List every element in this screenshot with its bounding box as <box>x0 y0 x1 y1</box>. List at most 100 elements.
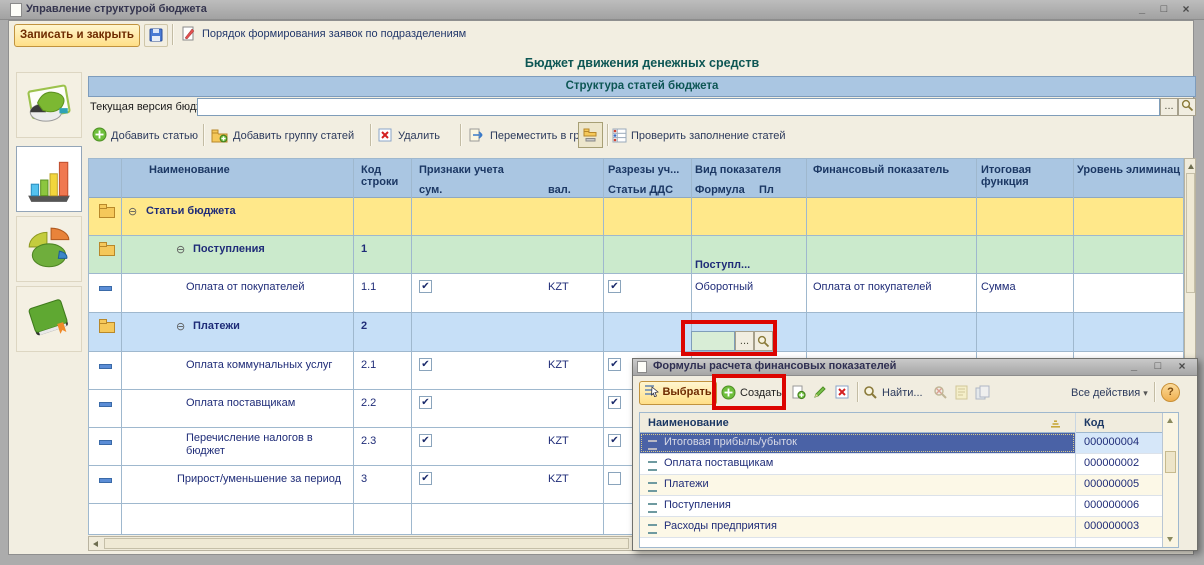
item-marker-icon <box>99 402 112 407</box>
row-code: 2.3 <box>361 435 376 447</box>
select-button[interactable]: Выбрать <box>639 381 717 405</box>
table-row-group[interactable]: ⊖ Статьи бюджета <box>89 198 1183 236</box>
book-icon <box>24 294 74 344</box>
delete-icon[interactable] <box>835 385 849 402</box>
collapse-icon[interactable]: ⊖ <box>176 320 185 333</box>
scrollbar-thumb[interactable] <box>1186 173 1195 293</box>
popup-list-row-selected[interactable]: Итоговая прибыль/убыток 000000004 <box>640 433 1162 454</box>
scroll-up-icon <box>1188 164 1194 169</box>
col-header-financial[interactable]: Финансовый показатель <box>813 164 949 176</box>
popup-close-button[interactable]: × <box>1175 360 1189 373</box>
row-code: 000000005 <box>1084 478 1139 490</box>
row-name: Статьи бюджета <box>146 205 236 217</box>
popup-list-row[interactable]: Оплата поставщикам 000000002 <box>640 454 1162 475</box>
note-icon[interactable] <box>955 385 968 403</box>
sum-checkbox[interactable]: ✔ <box>419 358 432 371</box>
table-row-item[interactable]: Оплата от покупателей 1.1 ✔ KZT ✔ Оборот… <box>89 274 1183 313</box>
col-header-level[interactable]: Уровень элиминац <box>1077 164 1180 176</box>
popup-maximize-button[interactable]: □ <box>1151 360 1165 373</box>
move-to-group-icon <box>468 127 485 146</box>
col-header-name[interactable]: Наименование <box>149 164 230 176</box>
popup-col-code[interactable]: Код <box>1084 417 1104 429</box>
hierarchy-view-toggle[interactable] <box>578 122 603 148</box>
item-marker-icon <box>99 286 112 291</box>
version-search-button[interactable] <box>1178 98 1196 116</box>
row-name: Оплата от покупателей <box>186 281 305 293</box>
col-header-total[interactable]: Итоговая <box>981 164 1031 176</box>
table-header: Наименование Код строки Признаки учета с… <box>89 159 1183 198</box>
item-marker-icon <box>99 478 112 483</box>
sum-checkbox[interactable]: ✔ <box>419 280 432 293</box>
check-fill-button[interactable]: Проверить заполнение статей <box>631 130 786 142</box>
delete-button[interactable]: Удалить <box>398 130 440 142</box>
table-row-group-selected[interactable]: ⊖ Платежи 2 ... <box>89 313 1183 352</box>
order-formation-link[interactable]: Порядок формирования заявок по подраздел… <box>202 28 466 40</box>
collapse-icon[interactable]: ⊖ <box>176 243 185 256</box>
row-code: 000000003 <box>1084 520 1139 532</box>
toolbar-separator <box>607 124 609 146</box>
collapse-icon[interactable]: ⊖ <box>128 205 137 218</box>
add-item-button[interactable]: Добавить статью <box>111 130 198 142</box>
edit-icon[interactable] <box>813 385 827 402</box>
sum-checkbox[interactable]: ✔ <box>419 396 432 409</box>
version-input[interactable] <box>197 98 1160 116</box>
col-header-currency[interactable]: вал. <box>548 184 571 196</box>
col-header-plan[interactable]: Пл <box>759 184 774 196</box>
scroll-down-icon <box>1167 537 1173 542</box>
col-header-dds[interactable]: Статьи ДДС <box>608 184 673 196</box>
row-code: 2.1 <box>361 359 376 371</box>
sidebar-tab-book[interactable] <box>16 286 82 352</box>
toolbar-separator <box>203 124 205 146</box>
scroll-up-icon <box>1167 418 1173 423</box>
popup-list-row[interactable]: Расходы предприятия 000000003 <box>640 517 1162 538</box>
close-button[interactable]: × <box>1178 3 1194 16</box>
folder-icon <box>99 207 115 218</box>
row-name: Платежи <box>664 478 709 490</box>
save-button[interactable] <box>144 24 168 47</box>
col-header-sum[interactable]: сум. <box>419 184 442 196</box>
popup-list-row[interactable]: Поступления 000000006 <box>640 496 1162 517</box>
popup-scrollbar[interactable] <box>1162 413 1178 547</box>
all-actions-button[interactable]: Все действия ▾ <box>1071 387 1148 399</box>
grid-line <box>121 159 122 534</box>
find-button[interactable]: Найти... <box>882 387 923 399</box>
add-group-button[interactable]: Добавить группу статей <box>233 130 354 142</box>
sidebar-tab-pie-chart[interactable] <box>16 216 82 282</box>
bar-chart-icon <box>24 154 74 204</box>
dds-checkbox[interactable]: ✔ <box>608 280 621 293</box>
sum-checkbox[interactable]: ✔ <box>419 472 432 485</box>
col-header-signs[interactable]: Признаки учета <box>419 164 504 176</box>
popup-minimize-button[interactable]: _ <box>1127 360 1141 373</box>
col-header-indicator[interactable]: Вид показателя <box>695 164 781 176</box>
dds-checkbox[interactable]: ✔ <box>608 434 621 447</box>
minimize-button[interactable]: _ <box>1134 3 1150 16</box>
sidebar-tab-bar-chart[interactable] <box>16 146 82 212</box>
sum-checkbox[interactable]: ✔ <box>419 434 432 447</box>
window-document-icon <box>10 3 22 17</box>
cancel-search-icon[interactable] <box>933 385 948 403</box>
maximize-button[interactable]: □ <box>1156 3 1172 16</box>
dds-checkbox[interactable]: ✔ <box>608 396 621 409</box>
delete-icon <box>378 128 392 145</box>
sidebar-tab-pie-report[interactable] <box>16 72 82 138</box>
dds-checkbox[interactable] <box>608 472 621 485</box>
copy-icon[interactable] <box>975 385 990 403</box>
table-row-group[interactable]: ⊖ Поступления 1 Поступл... <box>89 236 1183 274</box>
col-header-code[interactable]: Код <box>361 164 381 176</box>
popup-list-header: Наименование Код <box>640 413 1178 433</box>
popup-col-name[interactable]: Наименование <box>648 417 729 429</box>
page-title: Бюджет движения денежных средств <box>88 56 1196 70</box>
popup-list-row[interactable]: Платежи 000000005 <box>640 475 1162 496</box>
version-lookup-button[interactable]: ... <box>1160 98 1178 116</box>
help-button[interactable]: ? <box>1161 383 1180 402</box>
grid-line <box>353 159 354 534</box>
scrollbar-thumb[interactable] <box>1165 451 1176 473</box>
item-marker-icon <box>99 440 112 445</box>
scrollbar-thumb[interactable] <box>104 538 629 549</box>
col-header-sections[interactable]: Разрезы уч... <box>608 164 679 176</box>
col-header-formula[interactable]: Формула <box>695 184 745 196</box>
create-group-icon[interactable] <box>791 385 806 403</box>
hierarchy-icon <box>582 127 598 143</box>
save-and-close-button[interactable]: Записать и закрыть <box>14 24 140 47</box>
dds-checkbox[interactable]: ✔ <box>608 358 621 371</box>
